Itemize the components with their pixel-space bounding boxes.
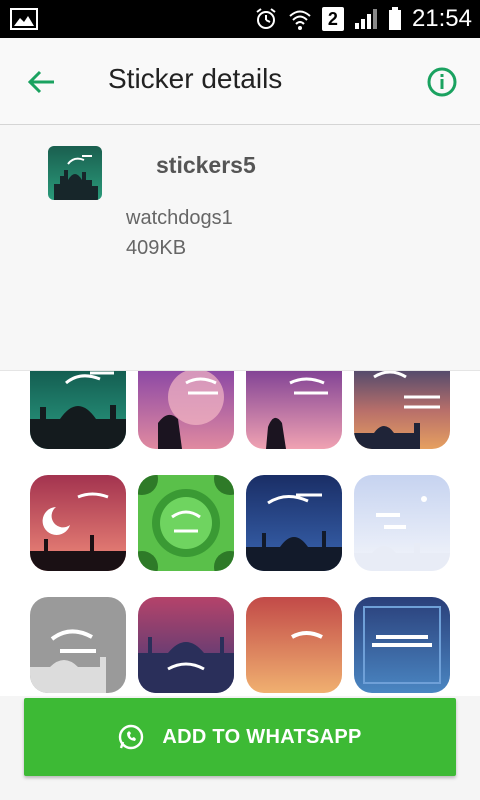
sticker-item[interactable]: [30, 597, 126, 693]
sticker-item[interactable]: [246, 371, 342, 449]
pack-size: 409KB: [126, 237, 187, 259]
whatsapp-icon: [119, 724, 144, 750]
sticker-item[interactable]: [246, 597, 342, 693]
sticker-item[interactable]: [246, 475, 342, 571]
sticker-item[interactable]: [354, 371, 450, 449]
sticker-item[interactable]: [30, 371, 126, 449]
page-title: Sticker details: [108, 63, 283, 94]
add-to-whatsapp-button[interactable]: ADD TO WHATSAPP: [24, 698, 456, 776]
sim-badge: 2: [321, 7, 344, 31]
pack-name: stickers5: [156, 152, 256, 178]
clock: 21:54: [411, 5, 472, 32]
wifi-icon: [289, 10, 311, 30]
sticker-item[interactable]: [354, 597, 450, 693]
app-bar: Sticker details: [0, 38, 480, 125]
pack-publisher: watchdogs1: [126, 207, 233, 229]
sticker-item[interactable]: [138, 475, 234, 571]
sticker-grid: [0, 371, 480, 696]
battery-icon: [388, 7, 401, 30]
add-to-whatsapp-label: ADD TO WHATSAPP: [162, 725, 362, 748]
arrow-left-icon[interactable]: [22, 62, 62, 102]
status-bar: 2 21:54: [0, 0, 480, 38]
sticker-item[interactable]: [354, 475, 450, 571]
signal-icon: [354, 9, 377, 29]
sticker-item[interactable]: [138, 597, 234, 693]
alarm-icon: [256, 8, 276, 29]
sticker-item[interactable]: [138, 371, 234, 449]
sticker-item[interactable]: [30, 475, 126, 571]
tray-icon: [48, 146, 102, 200]
info-icon[interactable]: [422, 62, 462, 102]
image-notification-icon: [10, 8, 38, 30]
